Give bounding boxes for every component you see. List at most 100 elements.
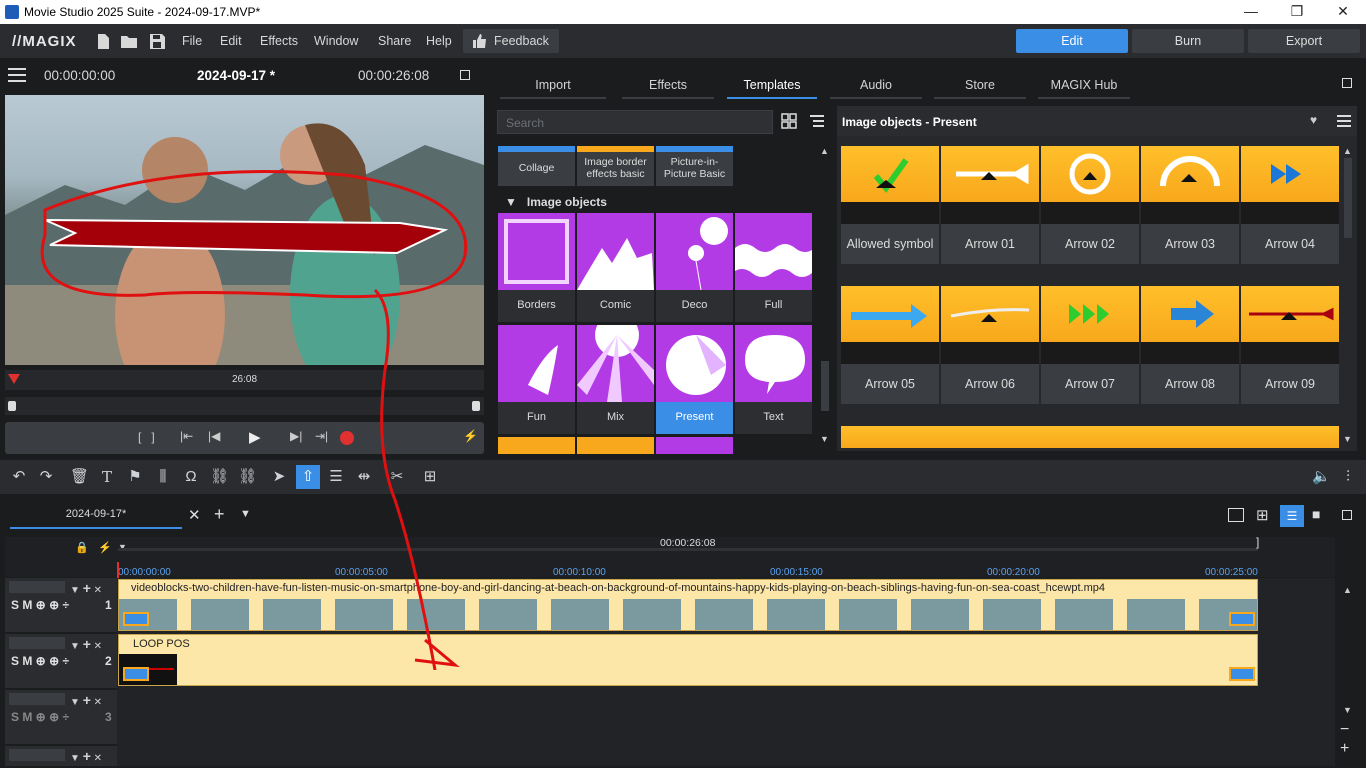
object-arrow-09[interactable]: Arrow 09 xyxy=(1241,286,1339,404)
camera-icon[interactable]: ■ xyxy=(1312,506,1320,522)
menu-edit[interactable]: Edit xyxy=(220,34,242,48)
split-icon[interactable]: ⫼ xyxy=(154,468,172,486)
feedback-button[interactable]: Feedback xyxy=(463,29,559,53)
stretch-icon[interactable]: ⇹ xyxy=(355,468,373,486)
save-icon[interactable] xyxy=(148,32,166,50)
objects-scroll-up-icon[interactable]: ▲ xyxy=(1343,146,1352,156)
menu-window[interactable]: Window xyxy=(314,34,358,48)
objects-scrollbar[interactable]: ▲ ▼ xyxy=(1343,146,1353,446)
loop-pos-clip[interactable]: LOOP POS xyxy=(118,634,1258,686)
objects-menu-icon[interactable] xyxy=(1337,114,1351,128)
scroll-thumb[interactable] xyxy=(821,361,829,411)
scroll-up-icon[interactable]: ▲ xyxy=(820,146,829,156)
category-pip[interactable]: Picture-in-Picture Basic xyxy=(656,146,733,186)
zoom-out-icon[interactable]: − xyxy=(1340,721,1349,739)
objects-scroll-thumb[interactable] xyxy=(1344,158,1352,238)
search-input[interactable]: Search xyxy=(497,110,773,134)
mixer-icon[interactable]: ⫶ xyxy=(1339,468,1357,486)
track-3-name-field[interactable] xyxy=(9,693,65,705)
play-icon[interactable]: ▶ xyxy=(249,428,261,446)
prev-frame-icon[interactable]: |◀ xyxy=(208,429,220,443)
tile-deco[interactable]: Deco xyxy=(656,213,733,322)
object-arrow-02[interactable]: Arrow 02 xyxy=(1041,146,1139,264)
magnet-icon[interactable]: Ω xyxy=(182,468,200,486)
redo-icon[interactable]: ↷ xyxy=(37,468,55,486)
add-tab-icon[interactable]: + xyxy=(214,504,225,525)
object-arrow-07[interactable]: Arrow 07 xyxy=(1041,286,1139,404)
category-collage[interactable]: Collage xyxy=(498,146,575,186)
close-tab-icon[interactable]: ✕ xyxy=(188,506,201,524)
minimize-button[interactable]: — xyxy=(1228,0,1274,24)
timeline-scroll-down-icon[interactable]: ▼ xyxy=(1343,705,1352,715)
maximize-preview-icon[interactable] xyxy=(460,70,470,80)
object-allowed-symbol[interactable]: Allowed symbol xyxy=(841,146,939,264)
range-mode-icon[interactable]: ⇧ xyxy=(296,465,320,489)
timeline-scroll-up-icon[interactable]: ▲ xyxy=(1343,585,1352,595)
track-2-menu-icon[interactable]: ▼ + ✕ xyxy=(70,636,102,652)
zoom-start-handle[interactable] xyxy=(8,401,16,411)
loop-range-bar[interactable] xyxy=(118,548,1258,551)
tab-dropdown-icon[interactable]: ▼ xyxy=(240,508,251,520)
mark-in-icon[interactable]: [ ] xyxy=(138,430,155,444)
menu-file[interactable]: File xyxy=(182,34,202,48)
timeline-tab[interactable]: 2024-09-17* xyxy=(10,508,182,520)
object-arrow-03[interactable]: Arrow 03 xyxy=(1141,146,1239,264)
clip-fade-in-handle[interactable] xyxy=(123,612,149,626)
next-frame-icon[interactable]: ▶| xyxy=(290,429,302,443)
go-start-icon[interactable]: |⇤ xyxy=(180,429,193,443)
tile-full[interactable]: Full xyxy=(732,213,815,322)
object-arrow-06[interactable]: Arrow 06 xyxy=(941,286,1039,404)
objects-scroll-down-icon[interactable]: ▼ xyxy=(1343,434,1352,444)
menu-help[interactable]: Help xyxy=(426,34,452,48)
browser-scrollbar[interactable]: ▲ ▼ xyxy=(820,146,830,446)
zoom-slider[interactable] xyxy=(5,397,484,415)
track-2-name-field[interactable] xyxy=(9,637,65,649)
maximize-button[interactable]: ❐ xyxy=(1274,0,1320,24)
tile-present[interactable]: Present xyxy=(656,325,733,434)
track-4-name-field[interactable] xyxy=(9,749,65,761)
layout-single-icon[interactable] xyxy=(1228,508,1244,522)
clip2-fade-out-handle[interactable] xyxy=(1229,667,1255,681)
scrub-ruler[interactable]: 26:08 xyxy=(5,370,484,390)
title-tool-icon[interactable]: T xyxy=(98,468,116,486)
layout-grid-icon[interactable]: ⊞ xyxy=(1256,506,1269,524)
object-arrow-04[interactable]: Arrow 04 xyxy=(1241,146,1339,264)
multi-track-icon[interactable]: ☰ xyxy=(327,468,345,486)
tile-text[interactable]: Text xyxy=(735,325,812,434)
tile-mix[interactable]: Mix xyxy=(577,313,654,434)
burn-mode-button[interactable]: Burn xyxy=(1132,29,1244,53)
track-3-controls[interactable]: S M ⊕ ⊕ ÷ xyxy=(11,710,69,724)
grid-view-icon[interactable] xyxy=(781,113,797,129)
pointer-icon[interactable]: ➤ xyxy=(270,468,288,486)
track-1-name-field[interactable] xyxy=(9,581,65,593)
export-mode-button[interactable]: Export xyxy=(1248,29,1360,53)
zoom-in-icon[interactable]: + xyxy=(1340,740,1349,758)
video-clip[interactable]: videoblocks-two-children-have-fun-listen… xyxy=(118,579,1258,631)
undo-icon[interactable]: ↶ xyxy=(10,468,28,486)
object-arrow-01[interactable]: Arrow 01 xyxy=(941,146,1039,264)
clip-fade-out-handle[interactable] xyxy=(1229,612,1255,626)
snap-icon[interactable]: ⚡ xyxy=(98,541,112,554)
record-icon[interactable] xyxy=(340,431,354,445)
new-file-icon[interactable] xyxy=(94,32,112,50)
open-folder-icon[interactable] xyxy=(120,32,138,50)
link-icon[interactable]: ⛓ xyxy=(210,468,229,486)
go-end-icon[interactable]: ⇥| xyxy=(315,429,328,443)
clip2-fade-in-handle[interactable] xyxy=(123,667,149,681)
close-button[interactable]: ✕ xyxy=(1320,0,1366,24)
loop-end-bracket[interactable]: ] xyxy=(1256,535,1259,549)
tile-borders[interactable]: Borders xyxy=(498,213,575,322)
object-arrow-05[interactable]: Arrow 05 xyxy=(841,286,939,404)
timeline-maximize-icon[interactable] xyxy=(1342,510,1352,520)
tile-comic[interactable]: Comic xyxy=(577,213,654,322)
section-image-objects[interactable]: ▼ Image objects xyxy=(505,195,607,209)
menu-effects[interactable]: Effects xyxy=(260,34,298,48)
delete-icon[interactable]: 🗑 xyxy=(70,468,89,486)
media-maximize-icon[interactable] xyxy=(1342,78,1352,88)
menu-share[interactable]: Share xyxy=(378,34,411,48)
list-view-icon[interactable] xyxy=(809,113,825,129)
playhead-marker[interactable] xyxy=(8,374,20,384)
zoom-end-handle[interactable] xyxy=(472,401,480,411)
volume-icon[interactable]: 🔈 xyxy=(1312,468,1331,486)
hamburger-menu-icon[interactable] xyxy=(8,66,28,84)
